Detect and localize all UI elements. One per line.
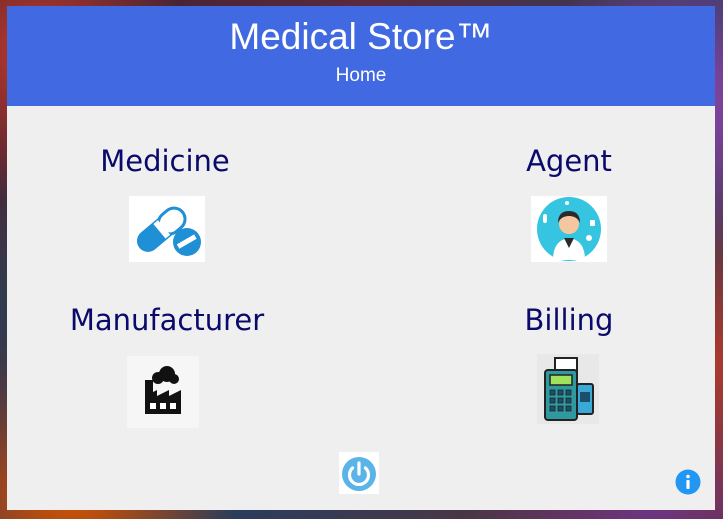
factory-icon[interactable] bbox=[127, 356, 199, 428]
doctor-avatar-icon[interactable] bbox=[531, 196, 607, 262]
billing-label: Billing bbox=[524, 303, 614, 337]
main-window: Medical Store™ Home Medicine Agent Manuf… bbox=[7, 6, 715, 510]
header-bar: Medical Store™ Home bbox=[7, 6, 715, 106]
info-icon bbox=[675, 469, 701, 495]
agent-module[interactable]: Agent bbox=[519, 143, 619, 179]
app-title: Medical Store™ bbox=[229, 16, 493, 57]
power-button[interactable] bbox=[339, 452, 379, 494]
billing-module[interactable]: Billing bbox=[519, 302, 619, 338]
medicine-module[interactable]: Medicine bbox=[99, 143, 231, 179]
pill-capsule-icon[interactable] bbox=[129, 196, 205, 262]
power-icon bbox=[339, 452, 379, 494]
agent-label: Agent bbox=[526, 144, 612, 178]
manufacturer-label: Manufacturer bbox=[69, 303, 265, 337]
billing-machine-icon[interactable] bbox=[537, 354, 599, 424]
manufacturer-module[interactable]: Manufacturer bbox=[65, 302, 269, 338]
medicine-label: Medicine bbox=[100, 144, 230, 178]
page-title: Home bbox=[335, 65, 387, 86]
info-button[interactable] bbox=[675, 469, 701, 495]
